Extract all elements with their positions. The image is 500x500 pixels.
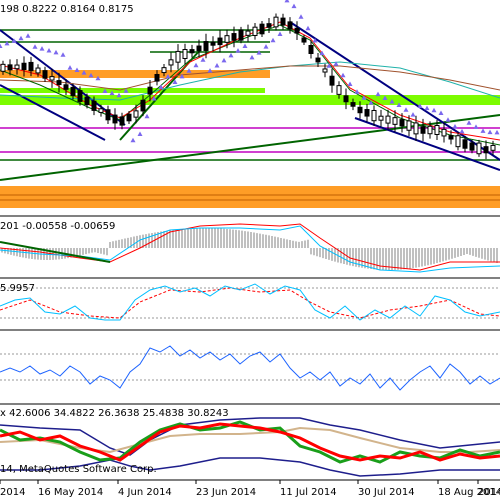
candle-body [427, 125, 433, 135]
time-axis: 2014 16 May 2014 4 Jun 2014 23 Jun 2014 11 J… [0, 480, 500, 498]
time-label: 23 Jun 2014 [196, 487, 256, 498]
candle-body [35, 67, 41, 74]
candle-body [441, 128, 447, 137]
candle-body [329, 75, 335, 86]
candle-body [392, 117, 398, 125]
indicator-pane-rsi[interactable]: 5.9957 [0, 279, 500, 330]
chart-window[interactable]: 198 0.8222 0.8164 0.8175 201 -0.00558 -0… [0, 0, 500, 500]
candle-body [343, 95, 349, 103]
indicator-pane-3[interactable] [0, 331, 500, 404]
candle-body [336, 85, 342, 95]
candle-body [56, 80, 62, 86]
candle-body [70, 86, 76, 97]
indicator-pane-stochastic[interactable]: x 42.6006 34.4822 26.3638 25.4838 30.824… [0, 405, 500, 480]
candle-body [483, 146, 489, 154]
candle-body [49, 76, 55, 81]
candle-body [294, 27, 300, 34]
candle-body [287, 21, 293, 30]
candle-body [168, 59, 174, 66]
candle-body [91, 100, 97, 111]
candle-body [133, 110, 139, 118]
candle-body [322, 68, 328, 73]
candle-body [315, 57, 321, 63]
candle-body [434, 124, 440, 136]
copyright-text: 14, MetaQuotes Software Corp. [0, 464, 157, 475]
time-label: 2014 [478, 487, 500, 498]
candle-body [126, 113, 132, 122]
candle-body [105, 109, 111, 121]
indicator-3-background [0, 331, 500, 404]
candle-body [462, 139, 468, 149]
candle-body [259, 23, 265, 35]
candle-body [364, 109, 370, 117]
candle-body [140, 99, 146, 112]
candle-body [112, 114, 118, 124]
time-label: 4 Jun 2014 [118, 487, 172, 498]
candle-body [357, 106, 363, 114]
candle-body [119, 116, 125, 126]
candle-body [210, 41, 216, 46]
candle-body [469, 142, 475, 151]
candle-body [217, 37, 223, 46]
candle-body [252, 26, 258, 36]
time-label: 16 May 2014 [38, 487, 103, 498]
candle-body [98, 108, 104, 113]
candle-body [84, 96, 90, 106]
ohlc-readout: 198 0.8222 0.8164 0.8175 [0, 4, 134, 15]
main-price-pane[interactable]: 198 0.8222 0.8164 0.8175 [0, 0, 500, 216]
candle-body [371, 109, 377, 122]
candle-body [245, 30, 251, 36]
candle-body [154, 73, 160, 82]
macd-values: 201 -0.00558 -0.00659 [0, 221, 115, 232]
candle-body [182, 49, 188, 59]
candle-body [490, 144, 496, 151]
candle-body [224, 35, 230, 43]
candle-body [266, 23, 272, 28]
candle-body [14, 64, 20, 70]
candle-body [238, 29, 244, 41]
lime-band-upper [0, 88, 265, 93]
candle-body [0, 63, 6, 72]
candle-body [273, 16, 279, 28]
candle-body [350, 102, 356, 107]
candle-body [147, 86, 153, 95]
time-label: 2014 [0, 487, 25, 498]
candle-body [385, 115, 391, 124]
candle-body [28, 61, 34, 72]
candle-body [420, 126, 426, 134]
candle-body [196, 45, 202, 52]
candle-body [42, 70, 48, 79]
indicator-pane-macd[interactable]: 201 -0.00558 -0.00659 [0, 217, 500, 278]
candle-body [77, 90, 83, 102]
candle-body [280, 17, 286, 26]
candle-body [413, 122, 419, 135]
candle-body [161, 67, 167, 74]
candle-body [406, 120, 412, 131]
candle-body [63, 84, 69, 90]
candle-body [203, 41, 209, 51]
candle-body [301, 37, 307, 43]
candle-body [175, 50, 181, 63]
stochastic-values: x 42.6006 34.4822 26.3638 25.4838 30.824… [0, 408, 229, 419]
candle-body [189, 49, 195, 54]
candle-body [448, 135, 454, 140]
candle-body [399, 119, 405, 127]
candle-body [231, 33, 237, 41]
candle-body [308, 45, 314, 54]
candle-body [21, 62, 27, 71]
orange-zone-bottom [0, 186, 500, 208]
candle-body [378, 115, 384, 121]
candle-body [7, 64, 13, 71]
time-label: 11 Jul 2014 [280, 487, 337, 498]
rsi-values: 5.9957 [0, 283, 35, 294]
time-label: 30 Jul 2014 [358, 487, 415, 498]
candle-body [455, 135, 461, 148]
candle-body [476, 142, 482, 155]
